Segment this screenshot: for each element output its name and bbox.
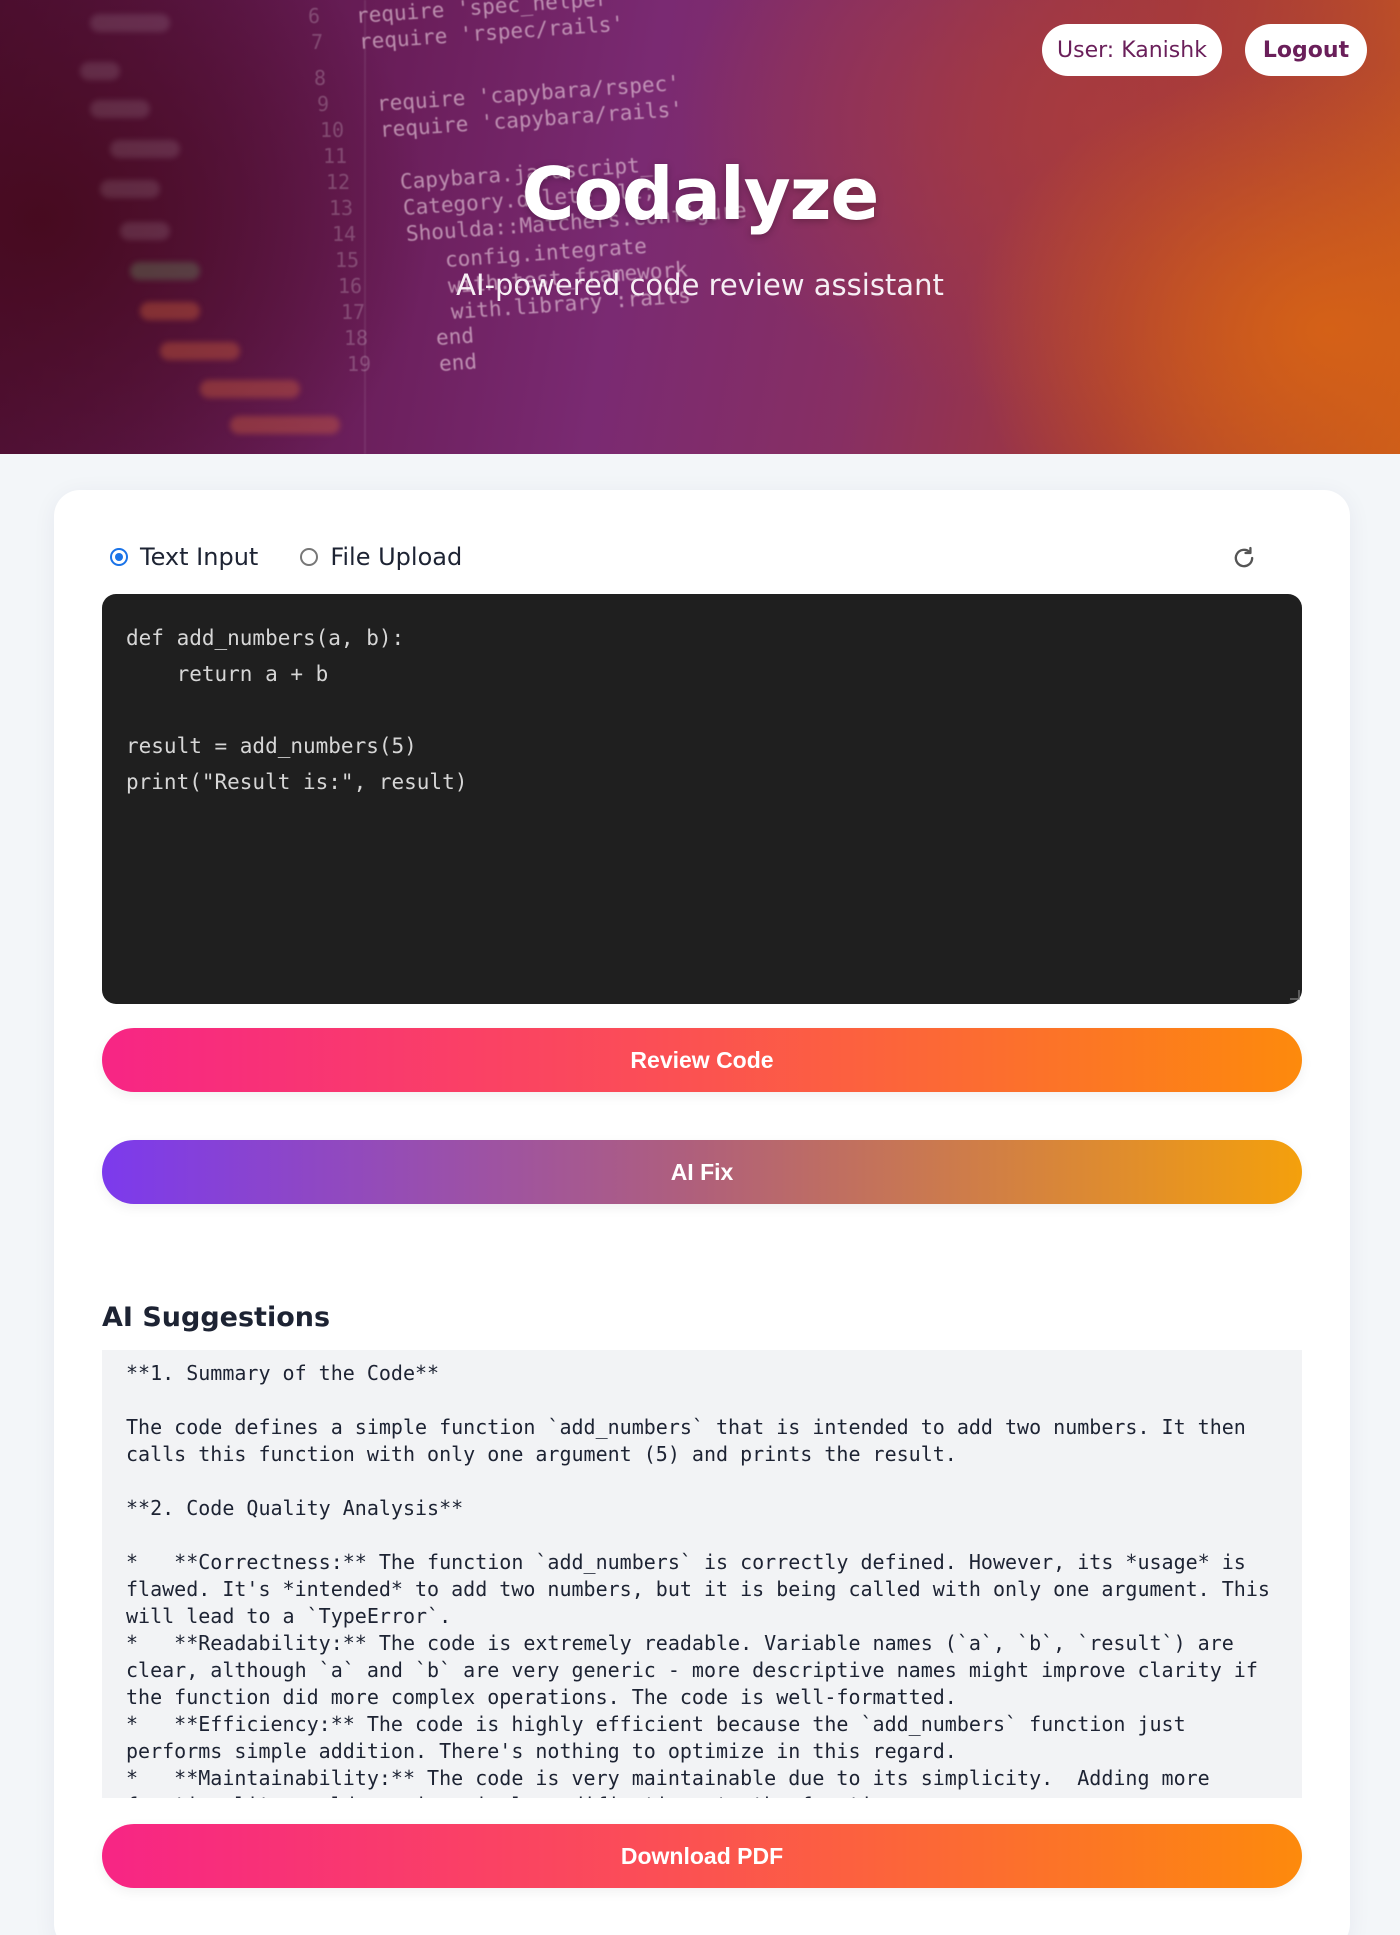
logout-button[interactable]: Logout: [1245, 24, 1367, 76]
ai-fix-button[interactable]: AI Fix: [102, 1140, 1302, 1204]
suggestions-panel[interactable]: **1. Summary of the Code** The code defi…: [102, 1350, 1302, 1798]
hero-tree-item: [90, 14, 170, 32]
hero-tree-item: [80, 62, 120, 80]
text-input-radio[interactable]: [110, 548, 128, 566]
app-title: Codalyze: [521, 152, 880, 236]
hero-tree-item: [140, 302, 200, 320]
editor-resize-handle[interactable]: [1290, 990, 1300, 1000]
file-upload-label: File Upload: [330, 543, 463, 571]
hero-code-line-number: 7: [311, 30, 324, 54]
hero-code-line-number: 19: [347, 352, 372, 376]
refresh-icon[interactable]: [1228, 542, 1260, 574]
hero-code-line-number: 18: [344, 326, 369, 350]
file-upload-radio[interactable]: [300, 548, 319, 566]
hero-banner: 6 require 'spec_helper' 7 require 'rspec/ra…: [0, 0, 1400, 454]
hero-code-line-number: 6: [308, 4, 321, 28]
app-subtitle: AI-powered code review assistant: [456, 268, 944, 302]
review-code-button[interactable]: Review Code: [102, 1028, 1302, 1092]
hero-code-line: end: [435, 323, 475, 350]
download-pdf-button[interactable]: Download PDF: [102, 1824, 1302, 1888]
refresh-icon-glyph: [1234, 546, 1254, 568]
hero-tree-item: [200, 380, 300, 398]
hero-code-line-number: 10: [320, 118, 345, 142]
user-badge: User: Kanishk: [1042, 24, 1222, 76]
file-upload-radio-option[interactable]: File Upload: [300, 543, 462, 571]
text-input-radio-option[interactable]: Text Input: [110, 543, 258, 571]
input-mode-selector: Text Input File Upload: [110, 540, 504, 574]
hero-code-line-number: 9: [317, 92, 330, 116]
suggestions-title: AI Suggestions: [102, 1302, 331, 1333]
hero-code-line-number: 17: [341, 300, 366, 324]
hero-code-line: end: [438, 349, 478, 376]
text-input-label: Text Input: [140, 543, 259, 571]
hero-code-line-number: 8: [314, 66, 327, 90]
code-editor[interactable]: def add_numbers(a, b): return a + b resu…: [102, 594, 1302, 1004]
hero-tree-item: [90, 100, 150, 118]
hero-tree-item: [160, 342, 240, 360]
hero-tree-item: [230, 416, 340, 434]
